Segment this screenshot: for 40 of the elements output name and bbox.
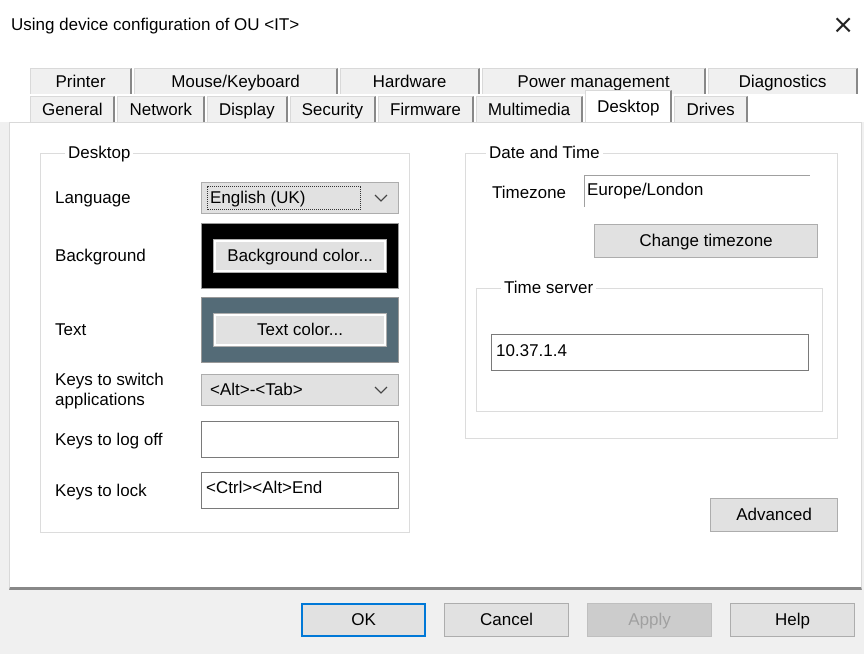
input-field[interactable] (201, 421, 399, 458)
tab[interactable]: Drives (674, 96, 748, 122)
chevron-down-icon (374, 194, 388, 202)
tab[interactable]: Power management (482, 68, 706, 94)
close-button[interactable]: × (826, 10, 860, 40)
tab[interactable]: Mouse/Keyboard (134, 68, 338, 94)
dialog-button[interactable]: OK (301, 603, 426, 637)
chevron-down-icon (374, 386, 388, 394)
change-timezone-button[interactable]: Change timezone (594, 224, 818, 258)
group-title: Date and Time (488, 143, 601, 163)
color-button[interactable]: Text color... (213, 313, 387, 347)
tab[interactable]: Multimedia (476, 96, 584, 122)
dropdown[interactable]: English (UK) (201, 182, 399, 214)
tab[interactable]: Desktop (585, 90, 672, 122)
input-field[interactable]: 10.37.1.4 (491, 334, 809, 371)
tab[interactable]: General (30, 96, 116, 122)
field-label: Language (55, 188, 132, 208)
tab[interactable]: Hardware (340, 68, 480, 94)
tab[interactable]: Diagnostics (708, 68, 858, 94)
field-label: Background (55, 246, 147, 266)
dialog-button[interactable]: Help (730, 603, 855, 637)
group-title: Desktop (67, 143, 132, 163)
color-button[interactable]: Background color... (213, 239, 387, 273)
input-field[interactable]: <Ctrl><Alt>End (201, 472, 399, 509)
tab[interactable]: Display (206, 96, 288, 122)
tab[interactable]: Printer (30, 68, 132, 94)
advanced-button[interactable]: Advanced (710, 498, 838, 532)
field-label: Keys to log off (55, 430, 164, 450)
tab[interactable]: Firmware (378, 96, 474, 122)
field-label: Keys to switch applications (55, 370, 165, 410)
timezone-field: Europe/London (584, 175, 810, 207)
group-title: Time server (503, 278, 594, 298)
window-title: Using device configuration of OU <IT> (11, 15, 300, 35)
tab[interactable]: Network (117, 96, 205, 122)
field-label: Text (55, 320, 88, 340)
dialog-button[interactable]: Cancel (444, 603, 569, 637)
tab[interactable]: Security (290, 96, 376, 122)
field-label: Timezone (491, 182, 568, 203)
field-label: Keys to lock (55, 480, 148, 500)
dropdown[interactable]: <Alt>-<Tab> (201, 374, 399, 406)
